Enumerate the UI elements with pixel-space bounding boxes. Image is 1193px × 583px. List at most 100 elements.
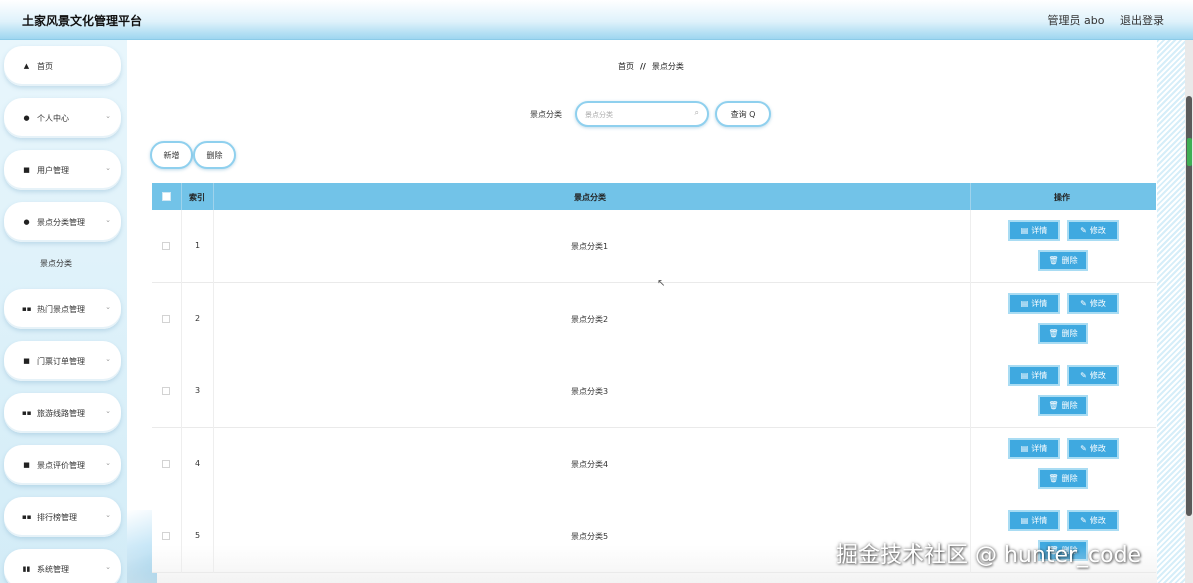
detail-button[interactable]: ▤ 详情 <box>1008 220 1060 241</box>
sidebar-item[interactable]: ■ 景点评价管理 ⌄ <box>4 445 121 485</box>
header-divider <box>213 183 214 210</box>
scrollbar-grip[interactable] <box>1187 138 1192 166</box>
detail-button[interactable]: ▤ 详情 <box>1008 292 1060 314</box>
detail-icon: ▤ <box>1020 371 1029 380</box>
select-all-checkbox[interactable] <box>162 192 171 201</box>
detail-button-label: 详情 <box>1031 298 1048 308</box>
sidebar-item[interactable]: ▲ 首页 <box>4 46 121 86</box>
pencil-icon: ✎ <box>1080 443 1087 453</box>
watermark: 掘金技术社区 @ hunter_code <box>836 543 1142 568</box>
chart-icon: ▮▮ <box>22 565 31 573</box>
sidebar-item[interactable]: ● 个人中心 ⌄ <box>4 98 121 138</box>
ticket-icon: ■ <box>23 357 30 365</box>
delete-button-label: 删除 <box>1061 256 1078 265</box>
detail-button-label: 详情 <box>1031 443 1048 453</box>
column-divider <box>970 427 971 501</box>
edit-button[interactable]: ✎ 修改 <box>1067 292 1119 314</box>
row-checkbox[interactable] <box>162 387 170 395</box>
add-button[interactable]: 新增 <box>150 141 193 169</box>
edit-button-label: 修改 <box>1089 516 1106 525</box>
delete-button[interactable]: 🗑删除 <box>1038 322 1088 344</box>
edit-button[interactable]: ✎ 修改 <box>1067 365 1119 386</box>
column-divider <box>213 210 214 283</box>
delete-button[interactable]: 🗑删除 <box>1038 250 1088 271</box>
sidebar-item-label: 门票订单管理 <box>37 356 85 366</box>
sidebar-subitem-category[interactable]: 景点分类 <box>40 258 72 269</box>
chevron-down-icon: ⌄ <box>105 459 111 467</box>
edit-button-label: 修改 <box>1089 443 1106 453</box>
column-divider <box>181 282 182 356</box>
row-checkbox[interactable] <box>162 314 170 323</box>
row-index: 5 <box>195 531 201 540</box>
trash-icon: 🗑 <box>1048 328 1059 338</box>
header-index: 索引 <box>189 193 205 202</box>
detail-button[interactable]: ▤ 详情 <box>1008 510 1060 531</box>
column-divider <box>970 210 971 283</box>
chevron-down-icon: ⌄ <box>105 303 111 311</box>
sidebar-item-label: 旅游线路管理 <box>37 408 85 418</box>
breadcrumb-home[interactable]: 首页 <box>618 62 634 71</box>
chevron-down-icon: ⌄ <box>105 511 111 519</box>
table-header: 索引 景点分类 操作 <box>152 183 1156 210</box>
edit-button[interactable]: ✎ 修改 <box>1067 437 1119 459</box>
sidebar-item[interactable]: ■ 用户管理 ⌄ <box>4 150 121 190</box>
search-input[interactable] <box>585 108 685 121</box>
detail-icon: ▤ <box>1020 516 1029 525</box>
detail-button[interactable]: ▤ 详情 <box>1008 437 1060 459</box>
person-icon: ● <box>23 218 30 226</box>
batch-delete-button[interactable]: 删除 <box>193 141 236 169</box>
breadcrumb-separator: // <box>640 62 646 71</box>
chevron-down-icon: ⌄ <box>105 355 111 363</box>
edit-button-label: 修改 <box>1089 371 1106 380</box>
sidebar-item-label: 个人中心 <box>37 113 69 123</box>
row-checkbox[interactable] <box>162 532 170 540</box>
logout-link[interactable]: 退出登录 <box>1120 14 1164 27</box>
breadcrumb: 首页 // 景点分类 <box>618 61 684 72</box>
detail-button-label: 详情 <box>1031 226 1048 235</box>
edit-button[interactable]: ✎ 修改 <box>1067 510 1119 531</box>
row-checkbox[interactable] <box>162 242 170 250</box>
row-category: 景点分类2 <box>571 314 609 324</box>
table-row: 2 景点分类2 ▤ 详情 ✎ 修改 🗑 删除 <box>152 282 1156 356</box>
row-category: 景点分类4 <box>571 459 609 469</box>
sidebar-item-label: 景点分类管理 <box>37 217 85 227</box>
grid-icon: ▪▪ <box>22 305 32 313</box>
sidebar-item[interactable]: ▪▪ 排行榜管理 ⌄ <box>4 497 121 537</box>
detail-icon: ▤ <box>1020 226 1029 235</box>
table-row: 3 景点分类3 ▤ 详情 ✎ 修改 🗑 删除 <box>152 355 1156 428</box>
detail-icon: ▤ <box>1020 298 1029 308</box>
video-icon: ■ <box>23 461 30 469</box>
app-title: 土家风景文化管理平台 <box>22 14 143 28</box>
pencil-icon: ✎ <box>1080 371 1087 380</box>
sidebar-item[interactable]: ● 景点分类管理 ⌄ <box>4 202 121 242</box>
row-checkbox[interactable] <box>162 459 170 468</box>
row-index: 1 <box>195 241 201 250</box>
sidebar-item[interactable]: ■ 门票订单管理 ⌄ <box>4 341 121 381</box>
edit-button[interactable]: ✎ 修改 <box>1067 220 1119 241</box>
search-icon: ⌕ <box>694 108 699 117</box>
delete-button[interactable]: 🗑删除 <box>1038 467 1088 489</box>
detail-button[interactable]: ▤ 详情 <box>1008 365 1060 386</box>
pencil-icon: ✎ <box>1080 298 1087 308</box>
sidebar-item[interactable]: ▮▮ 系统管理 ⌄ <box>4 549 121 583</box>
search-field[interactable]: ⌕ <box>575 101 709 127</box>
top-header: 土家风景文化管理平台 管理员 abo 退出登录 <box>0 0 1193 40</box>
column-divider <box>970 282 971 356</box>
trash-icon: 🗑 <box>1048 473 1059 483</box>
sidebar-item[interactable]: ▪▪ 旅游线路管理 ⌄ <box>4 393 121 433</box>
chevron-down-icon: ⌄ <box>105 112 111 120</box>
chevron-down-icon: ⌄ <box>105 216 111 224</box>
pencil-icon: ✎ <box>1080 516 1087 525</box>
row-category: 景点分类1 <box>571 242 609 251</box>
admin-username: 管理员 abo <box>1047 14 1105 27</box>
row-category: 景点分类3 <box>571 387 609 396</box>
delete-button[interactable]: 🗑删除 <box>1038 395 1088 416</box>
grid-icon: ▪▪ <box>22 409 32 417</box>
edit-button-label: 修改 <box>1089 298 1106 308</box>
detail-button-label: 详情 <box>1031 516 1048 525</box>
chevron-down-icon: ⌄ <box>105 563 111 571</box>
query-button[interactable]: 查询 Q <box>715 101 771 127</box>
sidebar-item[interactable]: ▪▪ 热门景点管理 ⌄ <box>4 289 121 329</box>
header-divider <box>970 183 971 210</box>
sidebar: ▲ 首页 ● 个人中心 ⌄ ■ 用户管理 ⌄ ● 景点分类管理 ⌄ ▪▪ 热门景点管理 ⌄ ■ 门票订单管理 ⌄… <box>0 40 127 583</box>
